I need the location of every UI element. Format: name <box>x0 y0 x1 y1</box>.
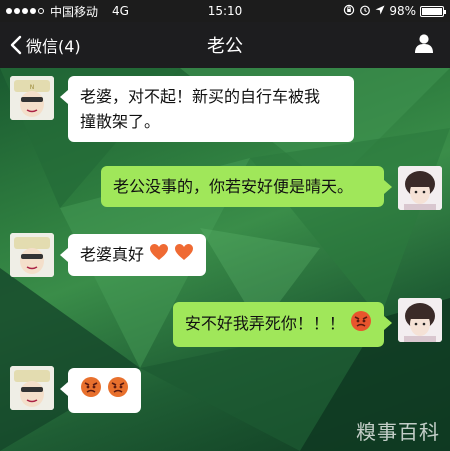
chat-screen: 中国移动 4G 15:10 98% 微信(4) 老公 N 老婆，对不起！新买的自… <box>0 0 450 451</box>
message-bubble-outgoing[interactable]: 安不好我弄死你！！！ <box>172 302 393 347</box>
back-label: 微信(4) <box>26 37 81 56</box>
user-avatar[interactable] <box>398 166 442 210</box>
chat-info-button[interactable] <box>414 33 434 57</box>
user-avatar[interactable] <box>398 298 442 342</box>
back-button[interactable]: 微信(4) <box>0 33 81 57</box>
contact-avatar[interactable] <box>10 366 54 410</box>
message-bubble-incoming[interactable]: 老婆，对不起！新买的自行车被我 撞散架了。 <box>60 76 354 142</box>
svg-text:N: N <box>30 84 35 91</box>
angry-face-icon <box>80 376 102 405</box>
watermark: 糗事百科 <box>356 420 440 444</box>
angry-face-icon <box>107 376 129 405</box>
heart-icon <box>149 243 169 268</box>
message-text: 老婆真好 <box>80 245 145 264</box>
message-list[interactable]: N 老婆，对不起！新买的自行车被我 撞散架了。 老公没事的，你若安好便是晴天。 <box>0 68 450 451</box>
message-bubble-outgoing[interactable]: 老公没事的，你若安好便是晴天。 <box>101 166 392 207</box>
battery-level <box>422 7 442 15</box>
battery-icon <box>420 5 446 17</box>
status-bar: 中国移动 4G 15:10 98% <box>0 0 450 22</box>
chevron-left-icon <box>10 35 22 55</box>
status-time: 15:10 <box>207 4 243 18</box>
heart-icon <box>174 243 194 268</box>
person-icon <box>415 34 433 53</box>
message-text: 老公没事的，你若安好便是晴天。 <box>113 177 354 196</box>
message-text: 撞散架了。 <box>80 112 161 131</box>
contact-avatar[interactable]: N <box>10 76 54 120</box>
angry-face-icon <box>350 310 372 339</box>
message-text: 安不好我弄死你！！！ <box>184 314 345 333</box>
message-text: 老婆，对不起！新买的自行车被我 <box>80 87 321 106</box>
message-bubble-incoming[interactable]: 老婆真好 <box>59 234 207 276</box>
message-bubble-incoming[interactable] <box>59 368 142 413</box>
contact-avatar[interactable] <box>10 233 54 277</box>
nav-bar: 微信(4) 老公 <box>0 22 450 68</box>
